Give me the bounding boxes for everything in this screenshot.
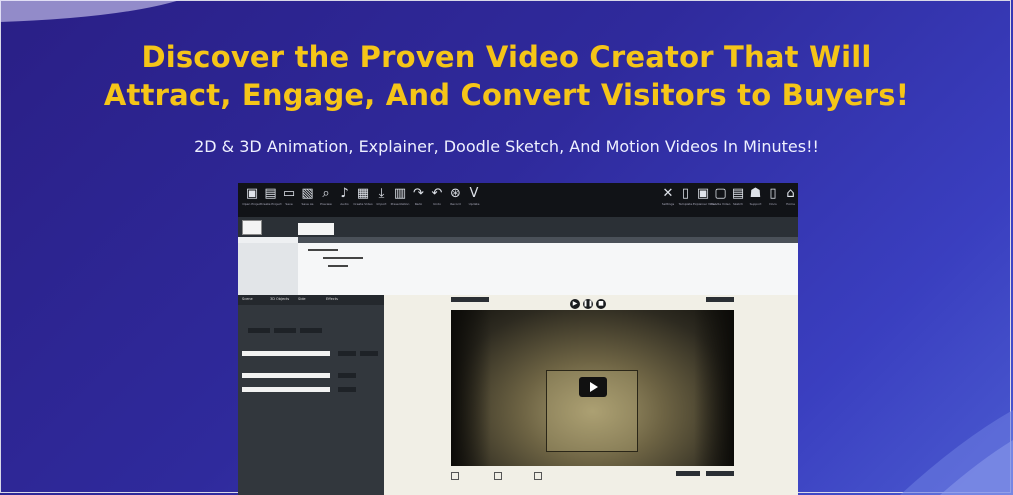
redo-icon: ↷ <box>413 186 424 201</box>
preview-icon: ⌕ <box>322 186 330 201</box>
video-player[interactable] <box>451 310 734 466</box>
video-scene-wall <box>694 310 734 466</box>
create-project-icon: ▤ <box>264 186 277 201</box>
stop-control-icon[interactable]: ■ <box>596 299 606 309</box>
scene-option-button[interactable] <box>248 328 270 333</box>
properties-tab[interactable]: Scene <box>242 297 253 301</box>
app-toolbar: ▣ Open Project ▤ Create Project ▭ Save ▧ Save A… <box>238 183 798 217</box>
scene-foreground-field[interactable] <box>242 387 330 392</box>
timeline-panel <box>238 217 798 295</box>
properties-tab[interactable]: Side <box>298 297 306 301</box>
presentation-icon: ▥ <box>393 186 407 201</box>
toolbar-button-label: Preview <box>320 202 332 206</box>
toolbar-button-label: Undo <box>433 202 441 206</box>
home-icon: ⌂ <box>786 186 795 201</box>
timeline-track-bar[interactable] <box>323 257 363 259</box>
presentation-button[interactable]: ▥ Presentation <box>390 186 410 206</box>
audio-icon: ♪ <box>340 186 349 201</box>
browse-button[interactable] <box>338 351 356 356</box>
checkbox[interactable] <box>534 472 542 480</box>
preview-button[interactable]: ⌕ Preview <box>316 186 336 206</box>
undo-icon: ↶ <box>431 186 443 201</box>
toolbar-button-label: Home <box>786 202 795 206</box>
toolbar-button-label: Presentation <box>390 202 410 206</box>
pause-control-icon[interactable]: ❚❚ <box>583 299 593 309</box>
checkbox[interactable] <box>494 472 502 480</box>
preview-title-bar <box>451 297 489 302</box>
toolbar-button-label: Open Project <box>242 202 262 206</box>
play-control-icon[interactable]: ▶ <box>570 299 580 309</box>
browse-button[interactable] <box>338 373 356 378</box>
toolbar-button-label: Save As <box>301 202 314 206</box>
open-project-icon: ▣ <box>245 186 259 201</box>
toolbar-button-label: Update <box>468 202 480 206</box>
scene-option-button[interactable] <box>300 328 322 333</box>
hero-title-line-1: Discover the Proven Video Creator That W… <box>141 40 872 74</box>
timeline-clip[interactable] <box>298 223 334 235</box>
add-scene-icon[interactable] <box>242 220 262 235</box>
toolbar-button-label: Save <box>285 202 293 206</box>
save-as-icon: ▧ <box>301 186 314 201</box>
timeline-track-bar[interactable] <box>328 265 348 267</box>
properties-tab[interactable]: Effects <box>326 297 338 301</box>
create-video-icon: ▦ <box>356 186 370 201</box>
open-project-button[interactable]: ▣ Open Project <box>242 186 262 206</box>
save-button[interactable]: ▭ Save <box>279 186 299 206</box>
save-as-button[interactable]: ▧ Save As <box>298 186 318 206</box>
record-button[interactable]: ⊛ Record <box>446 186 466 206</box>
create-project-button[interactable]: ▤ Create Project <box>260 186 282 206</box>
preview-action-button[interactable] <box>676 471 700 476</box>
play-icon[interactable] <box>579 377 607 397</box>
checkbox[interactable] <box>451 472 459 480</box>
toolbar-button-label: Create Video <box>353 202 373 206</box>
import-icon: ⤓ <box>378 186 385 201</box>
browse-button[interactable] <box>338 387 356 392</box>
scene-option-button[interactable] <box>274 328 296 333</box>
decorative-swoosh-top-left <box>0 0 180 22</box>
preview-action-button[interactable] <box>706 471 734 476</box>
save-icon: ▭ <box>282 186 296 201</box>
toolbar-button-label: Import <box>376 202 387 206</box>
timeline-track-labels <box>238 243 298 295</box>
hero-title-line-2: Attract, Engage, And Convert Visitors to… <box>103 78 910 112</box>
hero-subtitle: 2D & 3D Animation, Explainer, Doodle Ske… <box>194 137 819 156</box>
preview-export-button[interactable] <box>706 297 734 302</box>
home-button[interactable]: ⌂ Home <box>781 186 799 206</box>
toolbar-button-label: Create Project <box>260 202 282 206</box>
record-icon: ⊛ <box>450 186 461 201</box>
scene-background-field[interactable] <box>242 351 330 356</box>
redo-button[interactable]: ↷ Redo <box>409 186 429 206</box>
remove-button[interactable] <box>360 351 378 356</box>
audio-button[interactable]: ♪ Audio <box>335 186 355 206</box>
timeline-rows <box>238 243 798 295</box>
sky-background-field[interactable] <box>242 373 330 378</box>
version-icon: V <box>469 186 479 201</box>
toolbar-button-label: Audio <box>340 202 349 206</box>
import-button[interactable]: ⤓ Import <box>372 186 392 206</box>
properties-panel: Scene 3D Objects Side Effects <box>238 295 384 495</box>
timeline-track-bar[interactable] <box>308 249 338 251</box>
undo-button[interactable]: ↶ Undo <box>427 186 447 206</box>
hero-title: Discover the Proven Video Creator That W… <box>0 38 1013 114</box>
properties-tabs: Scene 3D Objects Side Effects <box>238 295 384 305</box>
preview-panel: ▶ ❚❚ ■ <box>384 295 798 495</box>
app-screenshot: ▣ Open Project ▤ Create Project ▭ Save ▧ Save A… <box>238 183 798 495</box>
toolbar-button-label: Redo <box>414 202 423 206</box>
toolbar-button-label: Record <box>450 202 461 206</box>
timeline-header <box>238 217 798 237</box>
video-scene-wall <box>451 310 491 466</box>
create-video-button[interactable]: ▦ Create Video <box>353 186 373 206</box>
version-button[interactable]: V Update <box>464 186 484 206</box>
properties-tab[interactable]: 3D Objects <box>270 297 289 301</box>
decorative-swoosh-bottom-right <box>900 410 1013 495</box>
